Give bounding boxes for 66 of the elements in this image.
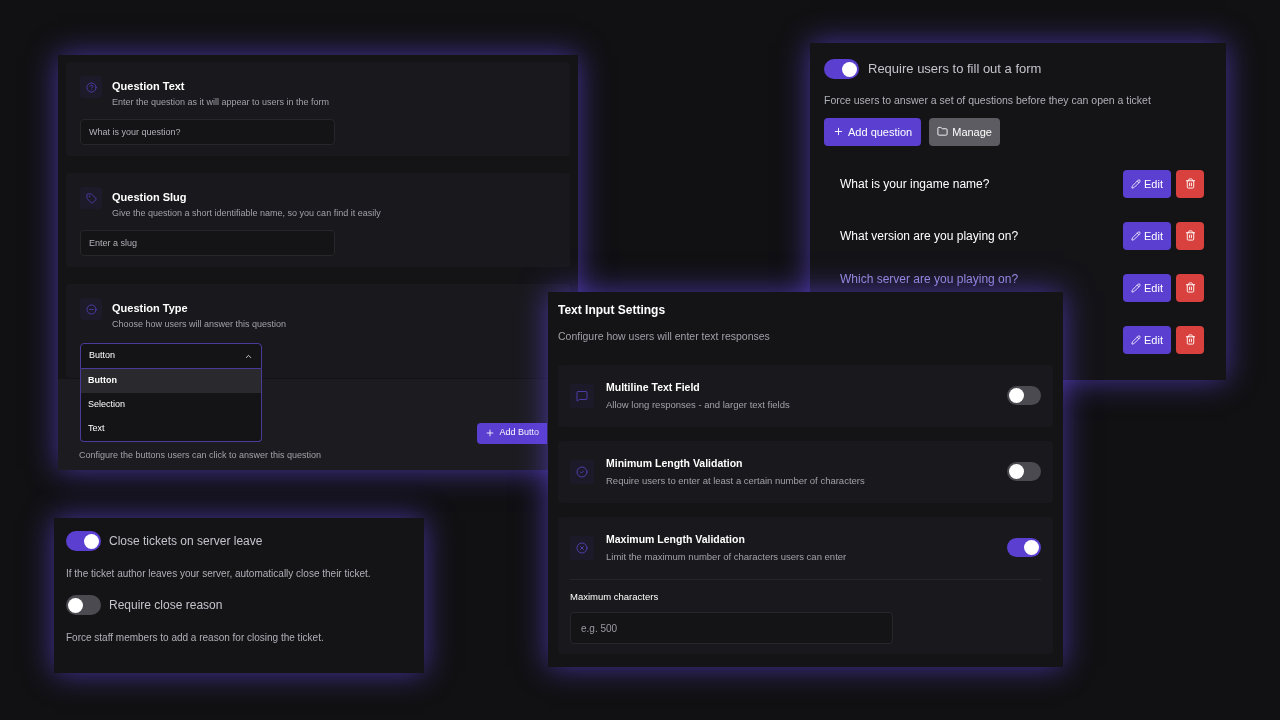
toggle-label: Close tickets on server leave <box>109 533 263 550</box>
trash-icon <box>1184 230 1196 242</box>
max-characters-field[interactable]: e.g. 500 <box>570 612 893 644</box>
plus-icon <box>485 428 496 438</box>
setting-title: Multiline Text Field <box>606 381 701 393</box>
edit-button[interactable]: Edit <box>1123 325 1171 354</box>
section-description: Give the question a short identifiable name, so you can find it easily <box>112 209 381 218</box>
add-button[interactable]: Add Butto <box>477 422 547 444</box>
plus-icon <box>833 126 844 138</box>
buttons-caption: Configure the buttons users can click to answer this question <box>79 448 323 462</box>
delete-button[interactable] <box>1176 273 1204 302</box>
toggle-label: Require close reason <box>109 597 223 614</box>
question-circle-icon <box>85 81 97 93</box>
text-input-field[interactable]: Enter a slug <box>80 230 335 256</box>
toggle-switch[interactable] <box>66 595 101 615</box>
toggle-switch[interactable] <box>1007 386 1041 406</box>
delete-button[interactable] <box>1176 325 1204 354</box>
minus-circle-icon <box>85 303 97 315</box>
folder-icon <box>937 126 949 138</box>
section-description: Enter the question as it will appear to users in the form <box>112 98 330 107</box>
x-circle-icon <box>576 541 588 554</box>
pencil-icon <box>1131 230 1142 241</box>
edit-button[interactable]: Edit <box>1123 169 1171 198</box>
toggle-switch[interactable] <box>824 59 859 79</box>
question-text: Which server are you playing on? <box>840 270 1019 288</box>
setting-description: Allow long responses - and larger text fields <box>606 400 791 410</box>
dropdown-option[interactable]: Selection <box>81 393 261 417</box>
pencil-icon <box>1131 282 1142 293</box>
edit-button[interactable]: Edit <box>1123 221 1171 250</box>
section-description: Choose how users will answer this question <box>112 320 287 329</box>
toggle-description: If the ticket author leaves your server, automatically close their ticket. <box>66 567 372 581</box>
field-label: Maximum characters <box>570 589 660 604</box>
toggle-switch[interactable] <box>1007 538 1041 558</box>
toggle-label: Require users to fill out a form <box>868 60 1042 79</box>
edit-button[interactable]: Edit <box>1123 273 1171 302</box>
setting-title: Maximum Length Validation <box>606 533 746 545</box>
trash-icon <box>1184 178 1196 190</box>
question-text: What is your ingame name? <box>840 175 990 193</box>
dropdown-option[interactable]: Text <box>81 417 261 441</box>
type-select[interactable]: Button <box>80 343 262 369</box>
question-text: What version are you playing on? <box>840 227 1019 245</box>
delete-button[interactable] <box>1176 221 1204 250</box>
chat-bubble-icon <box>576 389 588 402</box>
trash-icon <box>1184 282 1196 294</box>
section-title: Question Type <box>112 303 189 314</box>
pencil-icon <box>1131 178 1142 189</box>
trash-icon <box>1184 334 1196 346</box>
section-title: Question Slug <box>112 192 188 203</box>
panel-description: Configure how users will enter text responses <box>558 329 771 344</box>
setting-description: Limit the maximum number of characters users can enter <box>606 552 848 562</box>
pencil-icon <box>1131 334 1142 345</box>
toggle-description: Force staff members to add a reason for closing the ticket. <box>66 631 325 645</box>
section-title: Question Text <box>112 81 186 92</box>
panel-title: Text Input Settings <box>558 302 667 319</box>
toggle-switch[interactable] <box>66 531 101 551</box>
add-question-button[interactable]: Add question <box>824 117 922 146</box>
toggle-switch[interactable] <box>1007 462 1041 482</box>
text-input-field[interactable]: What is your question? <box>80 119 335 145</box>
delete-button[interactable] <box>1176 169 1204 198</box>
setting-title: Minimum Length Validation <box>606 457 744 469</box>
form-description: Force users to answer a set of questions before they can open a ticket <box>824 93 1152 108</box>
check-circle-icon <box>576 465 588 478</box>
dropdown-option[interactable]: Button <box>81 369 261 393</box>
manage-button[interactable]: Manage <box>929 117 1000 146</box>
tag-icon <box>85 192 97 204</box>
setting-description: Require users to enter at least a certain number of characters <box>606 476 866 486</box>
